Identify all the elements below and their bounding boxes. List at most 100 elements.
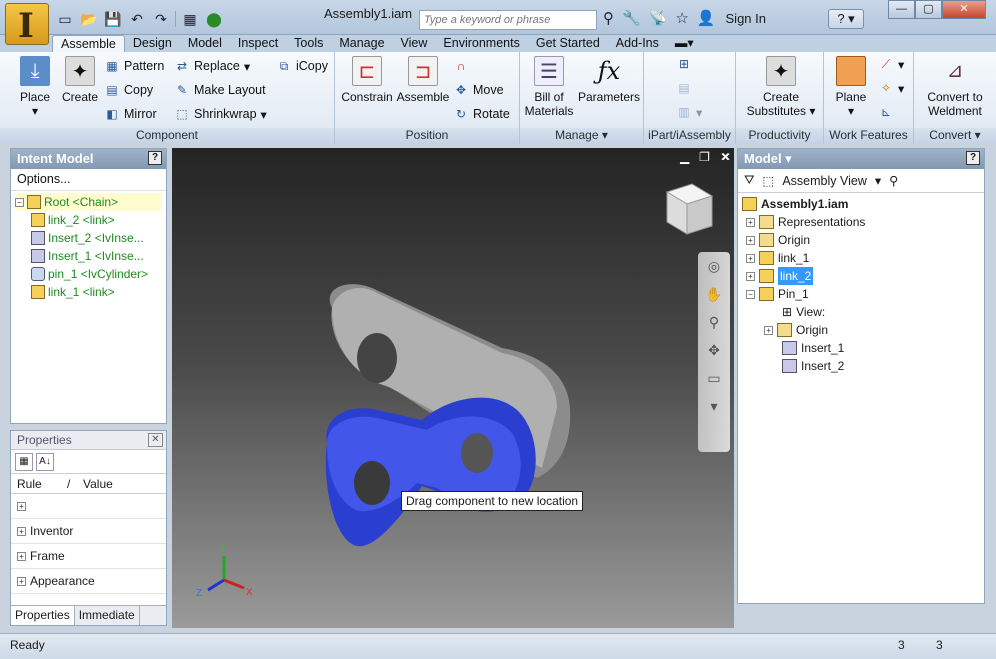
tree-node-insert-2[interactable]: Insert_2 <IvInse... xyxy=(15,229,162,247)
point-button[interactable]: ✧ ▾ xyxy=(878,80,904,96)
mirror-button[interactable]: ◧ Mirror xyxy=(104,106,156,122)
tab-get-started[interactable]: Get Started xyxy=(528,35,608,52)
select-icon[interactable]: ▦ xyxy=(180,10,200,28)
tree-node-insert-2[interactable]: Insert_2 xyxy=(742,357,980,375)
search-input[interactable] xyxy=(419,10,597,30)
assembly-view-dropdown[interactable]: Assembly View xyxy=(782,174,867,188)
sort-az-icon[interactable]: A↓ xyxy=(36,453,54,471)
property-row[interactable]: + xyxy=(11,494,166,519)
ipart-edit-button[interactable]: ▤ xyxy=(676,80,692,96)
expand-icon[interactable]: + xyxy=(17,526,26,536)
minimize-button[interactable]: — xyxy=(888,0,915,19)
plane-button[interactable]: Plane ▾ xyxy=(828,56,874,118)
tree-node-link-2[interactable]: + link_2 xyxy=(742,267,980,285)
wrench-icon[interactable]: 🔧 xyxy=(622,9,641,27)
navbar-menu-icon[interactable]: ▾ xyxy=(698,392,730,420)
tree-node-link-1[interactable]: + link_1 xyxy=(742,249,980,267)
new-icon[interactable]: ▭ xyxy=(55,10,75,28)
tree-node-representations[interactable]: + Representations xyxy=(742,213,980,231)
parameters-button[interactable]: ƒx Parameters xyxy=(576,56,642,104)
move-button[interactable]: ✥ Move xyxy=(453,82,504,98)
convert-panel-label[interactable]: Convert ▾ xyxy=(914,128,996,144)
tab-tools[interactable]: Tools xyxy=(286,35,331,52)
orbit-icon[interactable]: ✥ xyxy=(698,336,730,364)
convert-to-weldment-button[interactable]: ⊿ Convert to Weldment xyxy=(916,56,994,118)
make-layout-button[interactable]: ✎ Make Layout xyxy=(174,82,266,98)
expand-icon[interactable]: + xyxy=(746,235,755,245)
ipart-replace-button[interactable]: ▥ ▾ xyxy=(676,104,702,120)
expand-icon[interactable]: + xyxy=(746,217,755,227)
tree-node-link-1[interactable]: link_1 <link> xyxy=(15,283,162,301)
bill-of-materials-button[interactable]: ☰ Bill of Materials xyxy=(524,56,574,118)
star-icon[interactable]: ☆ xyxy=(675,9,688,27)
tree-node-view[interactable]: ⊞ View: xyxy=(742,303,980,321)
create-button[interactable]: ✦ Create xyxy=(60,56,100,104)
icopy-button[interactable]: ⧉ iCopy xyxy=(276,58,328,74)
tree-node-pin-1[interactable]: − Pin_1 xyxy=(742,285,980,303)
close-button[interactable]: ✕ xyxy=(942,0,986,19)
property-row-frame[interactable]: + Frame xyxy=(11,544,166,569)
tab-view[interactable]: View xyxy=(393,35,436,52)
find-icon[interactable]: ⚲ xyxy=(889,173,898,188)
tree-node-pin-1[interactable]: pin_1 <IvCylinder> xyxy=(15,265,162,283)
binoculars-icon[interactable]: ⚲ xyxy=(603,9,614,27)
expand-icon[interactable]: + xyxy=(17,551,26,561)
maximize-button[interactable]: ▢ xyxy=(915,0,942,19)
tree-node-insert-1[interactable]: Insert_1 xyxy=(742,339,980,357)
help-button[interactable]: ? ▾ xyxy=(828,9,864,29)
satellite-icon[interactable]: 📡 xyxy=(649,9,668,27)
grounded-button[interactable]: ∩ xyxy=(453,58,469,74)
expand-icon[interactable]: + xyxy=(17,501,26,511)
expand-icon[interactable]: + xyxy=(17,576,26,586)
replace-button[interactable]: ⇄ Replace ▾ xyxy=(174,58,250,74)
property-row-appearance[interactable]: + Appearance xyxy=(11,569,166,594)
ribbon-options-icon[interactable]: ▬▾ xyxy=(667,35,702,52)
property-row-inventor[interactable]: + Inventor xyxy=(11,519,166,544)
graphics-viewport[interactable]: ▁ ❐ ✕ Y X Z ◎ ✋ ⚲ ✥ ▭ ▾ Drag component t… xyxy=(172,148,734,628)
help-icon[interactable]: ? xyxy=(966,151,980,165)
axis-button[interactable]: ⟋ ▾ xyxy=(878,56,904,72)
expand-icon[interactable]: + xyxy=(746,271,755,281)
undo-icon[interactable]: ↶ xyxy=(127,10,147,28)
tab-assemble[interactable]: Assemble xyxy=(52,35,125,52)
tree-node-root[interactable]: − Root <Chain> xyxy=(15,193,162,211)
place-button[interactable]: ⤓ Place ▾ xyxy=(18,56,52,118)
tab-design[interactable]: Design xyxy=(125,35,180,52)
tab-add-ins[interactable]: Add-Ins xyxy=(608,35,667,52)
zoom-icon[interactable]: ⚲ xyxy=(698,308,730,336)
expand-icon[interactable]: + xyxy=(764,325,773,335)
tab-model[interactable]: Model xyxy=(180,35,230,52)
assembly-model[interactable]: Y X Z xyxy=(172,148,734,628)
look-at-icon[interactable]: ▭ xyxy=(698,364,730,392)
expand-icon[interactable]: + xyxy=(746,253,755,263)
viewcube-icon[interactable] xyxy=(665,183,714,235)
ipart-create-button[interactable]: ⊞ xyxy=(676,56,692,72)
tree-node-assembly[interactable]: Assembly1.iam xyxy=(742,195,980,213)
dropdown-arrow-icon[interactable]: ▾ xyxy=(875,173,881,188)
filter-icon[interactable]: ⛛ xyxy=(744,173,755,188)
tab-manage[interactable]: Manage xyxy=(331,35,392,52)
categorized-icon[interactable]: ▦ xyxy=(15,453,33,471)
save-icon[interactable]: 💾 xyxy=(103,10,123,28)
application-menu-button[interactable]: I xyxy=(5,3,49,46)
tree-node-insert-1[interactable]: Insert_1 <IvInse... xyxy=(15,247,162,265)
ucs-button[interactable]: ⊾ xyxy=(878,104,894,120)
open-icon[interactable]: 📂 xyxy=(79,10,99,28)
tab-inspect[interactable]: Inspect xyxy=(230,35,286,52)
pan-icon[interactable]: ✋ xyxy=(698,280,730,308)
options-link[interactable]: Options... xyxy=(11,169,166,191)
steering-wheel-icon[interactable]: ◎ xyxy=(698,252,730,280)
assemble-button[interactable]: ⊐ Assemble xyxy=(395,56,451,104)
manage-panel-label[interactable]: Manage ▾ xyxy=(520,128,643,144)
rotate-button[interactable]: ↻ Rotate xyxy=(453,106,510,122)
viewport-panel-close-icon[interactable]: ✕ xyxy=(721,150,731,164)
tab-properties[interactable]: Properties xyxy=(11,606,75,625)
update-icon[interactable]: ⬤ xyxy=(204,10,224,28)
tree-node-origin[interactable]: + Origin xyxy=(742,231,980,249)
model-browser-title[interactable]: Model xyxy=(744,151,782,166)
collapse-icon[interactable]: − xyxy=(15,197,24,207)
tab-environments[interactable]: Environments xyxy=(435,35,527,52)
sign-in-link[interactable]: Sign In xyxy=(726,11,766,26)
collapse-icon[interactable]: − xyxy=(746,289,755,299)
blue-link-component[interactable] xyxy=(325,397,536,547)
